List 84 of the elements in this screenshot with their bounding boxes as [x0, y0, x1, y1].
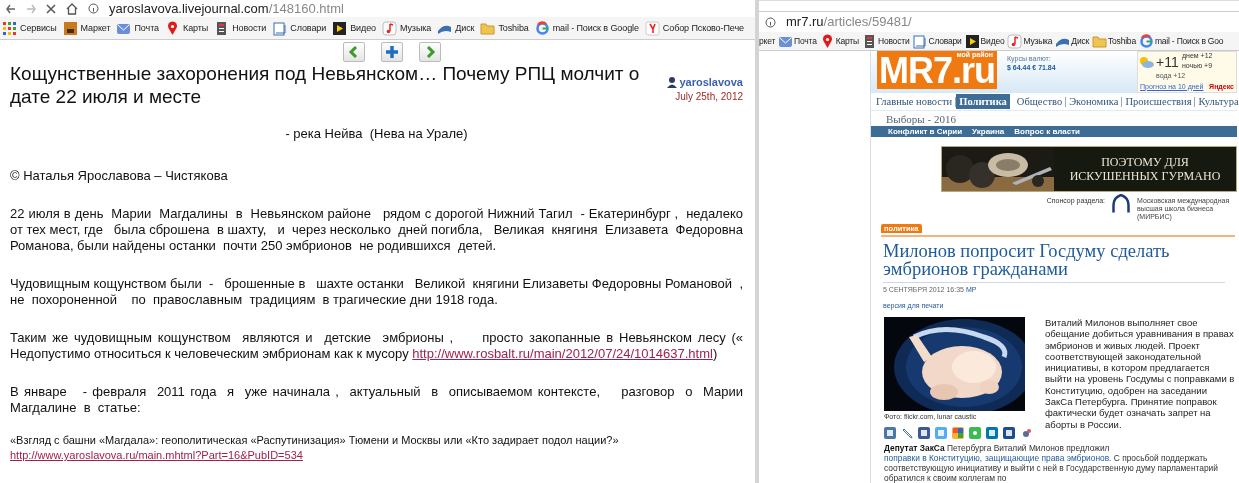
nav-tab[interactable]: Общество	[1013, 96, 1067, 107]
address-field[interactable]: mr7.ru/articles/59481/	[786, 14, 912, 30]
article-title: Милонов попросит Госдуму сделать эмбрионов гражданами	[883, 242, 1225, 283]
bookmark-item[interactable]: Маркет	[80, 22, 111, 34]
address-field[interactable]: yaroslavova.livejournal.com/148160.html	[109, 0, 344, 17]
post-date: July 25th, 2012	[675, 91, 743, 102]
bookmark-item[interactable]: Собор Псково-Пече	[662, 22, 744, 34]
link[interactable]: http://www.yaroslavova.ru/main.mhtml?Part=16&PubID=534	[10, 449, 303, 461]
bookmark-icon	[381, 20, 397, 36]
link[interactable]: поправки в Конституцию,	[884, 453, 982, 463]
bookmark-item[interactable]: Диск	[1071, 35, 1089, 47]
bookmark-item[interactable]: Карты	[183, 22, 209, 34]
topic-link[interactable]: Вопрос к власти	[1014, 127, 1081, 136]
bookmark-item[interactable]: mail - Поиск в Goo	[1154, 35, 1224, 47]
back-icon[interactable]	[6, 2, 16, 15]
bookmark-icon	[534, 20, 550, 36]
share-icon[interactable]	[901, 427, 913, 439]
bookmark-item[interactable]: Toshiba	[498, 22, 529, 34]
paragraph: © Наталья Ярославова – Чистякова	[10, 168, 229, 184]
nav-tab[interactable]: Культура	[1195, 96, 1239, 107]
nav-tab[interactable]: Экономика	[1066, 96, 1123, 107]
bookmark-icon	[480, 20, 496, 36]
bookmark-item[interactable]: Словари	[928, 35, 962, 47]
article-lead: Виталий Милонов выполняет свое обещание добиться уравнивания в правах эмбрионов и живых людей. Проект соответствующей законодательной инициативы, в котором предлагается выйти на уровень Госдумы с поправками в Конституцию, одобрен на заседании ЗакСа Петербурга. Принятие поправок фактически будет означать запрет на аборты в России.	[1045, 317, 1235, 432]
bookmark-item[interactable]: Видео	[980, 35, 1005, 47]
topic-link[interactable]: Украина	[972, 127, 1005, 136]
paragraph: 22 июля в день Марии Магдалины в Невьянском районе рядом с дорогой Нижний Тагил - Екатеринбург , недалеко от тех мест, где была сброшена в шахту, и через несколько дней погибла, Великая княгиня Елизавета Федоровна Романова, были найдены останки почти 250 эмбрионов не родившихся детей.	[10, 206, 743, 254]
home-icon[interactable]	[66, 2, 78, 15]
next-button[interactable]	[418, 42, 441, 62]
dome-icon[interactable]	[1111, 194, 1131, 216]
bookmark-item[interactable]: Почта	[794, 35, 817, 47]
share-icon[interactable]	[1003, 427, 1015, 439]
bookmark-icon	[272, 20, 288, 36]
bookmark-item[interactable]: Карты	[835, 35, 859, 47]
bookmark-icon	[165, 20, 180, 36]
share-icon[interactable]	[1020, 427, 1032, 439]
bookmark-item[interactable]: Сервисы	[20, 22, 57, 34]
share-icon[interactable]	[918, 427, 930, 439]
subnav-link[interactable]: Выборы - 2016	[886, 113, 956, 125]
paragraph: В январе - февраля 2011 года я уже начинала , актуальный в описываемом контексте, разговор о Марии Магдалине в статье:	[10, 384, 743, 416]
bookmark-item[interactable]: Почта	[134, 22, 159, 34]
nav-tab[interactable]: Политика	[956, 94, 1010, 109]
bookmark-item[interactable]: ркет	[759, 35, 776, 47]
previous-button[interactable]	[342, 42, 365, 62]
bookmark-icon	[62, 20, 78, 36]
user-icon	[667, 76, 678, 88]
share-icon[interactable]	[884, 427, 896, 439]
link[interactable]: защищающие права эмбрионов.	[985, 453, 1112, 463]
ad-banner[interactable]: ПОЭТОМУ ДЛЯ ИСКУШЕННЫХ ГУРМАНО	[941, 146, 1237, 192]
article-body: Депутат ЗакСа Петербурга Виталий Милонов предложил поправки в Конституцию, защищающие права эмбрионов. С просьбой поддержать соответствующую инициативу и выйти с ней в Государственную думу парламентарий обратился к своим коллегам по	[884, 443, 1219, 483]
bookmark-item[interactable]: mail - Поиск в Google	[552, 22, 639, 34]
bookmark-item[interactable]: Toshiba	[1108, 35, 1136, 47]
ad-text: ПОЭТОМУ ДЛЯ	[1101, 155, 1189, 169]
bookmark-item[interactable]: Видео	[350, 22, 376, 34]
ad-text: ИСКУШЕННЫХ ГУРМАНО	[1069, 169, 1221, 183]
bookmark-item[interactable]: Музыка	[399, 22, 432, 34]
bookmark-item[interactable]: Диск	[455, 22, 475, 34]
bookmark-icon	[332, 20, 348, 36]
add-button[interactable]	[380, 42, 403, 62]
bookmark-item[interactable]: Словари	[290, 22, 327, 34]
author-link[interactable]: yaroslavova	[667, 76, 743, 88]
paragraph: «Взгляд с башни «Магдала»: геополитическая «Распутинизация» Тюмени и Москвы или «Кто задирает подол нации?» http://www.yaroslavova.ru/main.mhtml?Part=16&PubID=534	[10, 433, 620, 463]
paragraph: Таким же чудовищным кощунством являются и детские эмбрионы , просто закопанные в Невьянском лесу (« Недопустимо относиться к человеческим эмбрионам как к мусору http://www.rosbalt.ru/main/2012/07/24/1014637.html)	[10, 330, 743, 362]
paragraph: Чудовищным кощунством были - брошенные в шахте останки Великой княгини Елизаветы Федоровны Романовой , не похороненной по православным традициям в трагические дни 1918 года.	[10, 276, 743, 308]
share-icon[interactable]	[986, 427, 998, 439]
bookmark-icon	[1092, 33, 1107, 49]
post-title: Кощунственные захоронения под Невьянском… Почему РПЦ молчит о дате 22 июля и месте	[10, 62, 641, 108]
topic-link[interactable]: Конфликт в Сирии	[888, 127, 963, 136]
info-icon[interactable]	[88, 3, 99, 14]
close-icon[interactable]	[46, 3, 56, 14]
bookmark-icon	[644, 20, 660, 36]
bookmark-item[interactable]: Новости	[232, 22, 267, 34]
bookmark-item[interactable]: Новости	[877, 35, 910, 47]
paragraph: - река Нейва (Нева на Урале)	[284, 126, 469, 142]
plus-icon	[383, 44, 400, 60]
bookmark-item[interactable]: Музыка	[1023, 35, 1053, 47]
bookmark-icon	[964, 33, 980, 49]
info-icon[interactable]	[765, 16, 776, 28]
bookmark-icon	[2, 20, 17, 36]
share-icon[interactable]	[952, 427, 964, 439]
weather-icon	[1138, 56, 1154, 68]
nav-tab[interactable]: Происшествия	[1122, 96, 1196, 107]
bookmark-icon	[1138, 33, 1154, 49]
link[interactable]: http://www.rosbalt.ru/main/2012/07/24/1014637.html	[412, 346, 713, 361]
